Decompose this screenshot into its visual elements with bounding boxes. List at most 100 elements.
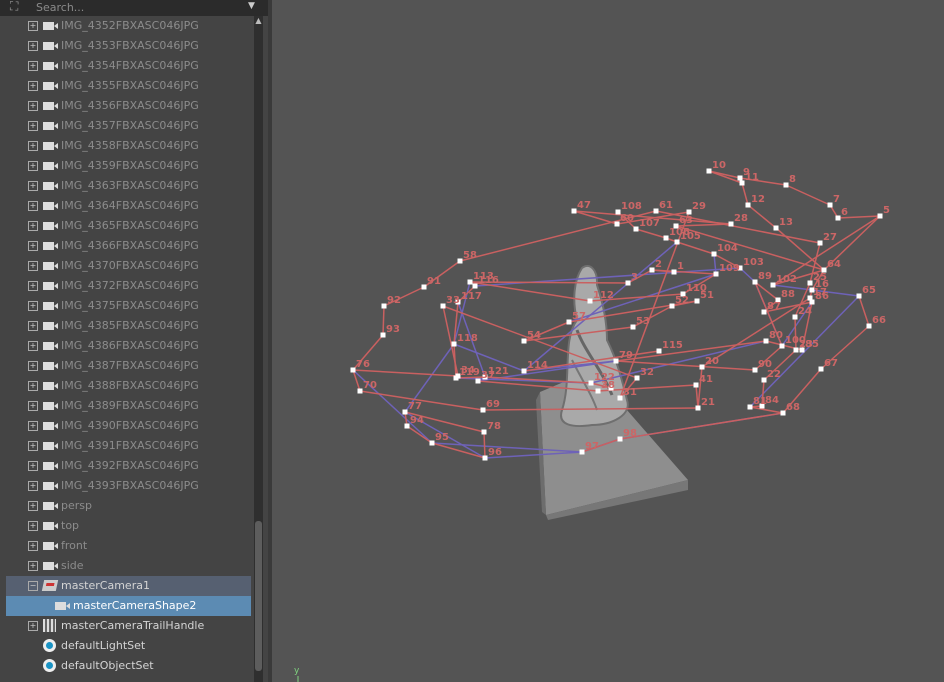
camera-point[interactable]	[877, 213, 883, 219]
outliner-item[interactable]: + IMG_4375FBXASC046JPG	[6, 296, 251, 316]
outliner-item[interactable]: masterCameraShape2	[6, 596, 251, 616]
outliner-filter-icon[interactable]: ⛶	[10, 0, 28, 14]
camera-point[interactable]	[475, 378, 481, 384]
camera-point[interactable]	[695, 405, 701, 411]
expand-icon[interactable]: +	[28, 241, 38, 251]
camera-point[interactable]	[779, 343, 785, 349]
outliner-item[interactable]: defaultLightSet	[6, 636, 251, 656]
camera-point[interactable]	[613, 358, 619, 364]
camera-point[interactable]	[770, 282, 776, 288]
camera-point[interactable]	[381, 303, 387, 309]
outliner-item[interactable]: + IMG_4356FBXASC046JPG	[6, 96, 251, 116]
outliner-item[interactable]: + IMG_4393FBXASC046JPG	[6, 476, 251, 496]
outliner-item[interactable]: + IMG_4355FBXASC046JPG	[6, 76, 251, 96]
camera-point[interactable]	[625, 280, 631, 286]
scroll-thumb[interactable]	[255, 521, 262, 671]
camera-point[interactable]	[653, 208, 659, 214]
camera-point[interactable]	[793, 347, 799, 353]
expand-icon[interactable]: +	[28, 621, 38, 631]
camera-point[interactable]	[579, 449, 585, 455]
camera-point[interactable]	[761, 309, 767, 315]
outliner-item[interactable]: + front	[6, 536, 251, 556]
camera-point[interactable]	[737, 175, 743, 181]
expand-icon[interactable]: +	[28, 221, 38, 231]
outliner-item[interactable]: + IMG_4388FBXASC046JPG	[6, 376, 251, 396]
outliner-item[interactable]: + IMG_4366FBXASC046JPG	[6, 236, 251, 256]
camera-point[interactable]	[614, 221, 620, 227]
camera-point[interactable]	[752, 367, 758, 373]
expand-icon[interactable]: +	[28, 21, 38, 31]
camera-point[interactable]	[404, 423, 410, 429]
outliner-item[interactable]: + masterCameraTrailHandle	[6, 616, 251, 636]
camera-point[interactable]	[588, 380, 594, 386]
camera-point[interactable]	[713, 271, 719, 277]
camera-point[interactable]	[711, 251, 717, 257]
camera-point[interactable]	[440, 303, 446, 309]
expand-icon[interactable]: +	[28, 481, 38, 491]
camera-point[interactable]	[761, 377, 767, 383]
camera-point[interactable]	[693, 382, 699, 388]
camera-point[interactable]	[686, 209, 692, 215]
camera-point[interactable]	[521, 368, 527, 374]
3d-viewport[interactable]: 1 2 3 5 6 7 8 9 10 11 12 13 16 17 20 21 22 23 24 25 27 28 29 31…	[272, 0, 944, 682]
camera-point[interactable]	[780, 410, 786, 416]
expand-icon[interactable]: +	[28, 41, 38, 51]
expand-icon[interactable]: +	[28, 341, 38, 351]
expand-icon[interactable]: +	[28, 501, 38, 511]
camera-point[interactable]	[706, 168, 712, 174]
camera-point[interactable]	[674, 239, 680, 245]
camera-point[interactable]	[792, 314, 798, 320]
camera-point[interactable]	[633, 226, 639, 232]
outliner-item[interactable]: + IMG_4372FBXASC046JPG	[6, 276, 251, 296]
expand-icon[interactable]: +	[28, 181, 38, 191]
camera-point[interactable]	[671, 269, 677, 275]
outliner-item[interactable]: + IMG_4363FBXASC046JPG	[6, 176, 251, 196]
outliner-item[interactable]: + IMG_4370FBXASC046JPG	[6, 256, 251, 276]
outliner-item[interactable]: + IMG_4392FBXASC046JPG	[6, 456, 251, 476]
camera-point[interactable]	[457, 258, 463, 264]
expand-icon[interactable]: +	[28, 61, 38, 71]
outliner-item[interactable]: − masterCamera1	[6, 576, 251, 596]
camera-point[interactable]	[587, 298, 593, 304]
camera-point[interactable]	[817, 240, 823, 246]
outliner-item[interactable]: + IMG_4389FBXASC046JPG	[6, 396, 251, 416]
camera-point[interactable]	[835, 215, 841, 221]
expand-icon[interactable]: +	[28, 261, 38, 271]
camera-point[interactable]	[773, 225, 779, 231]
expand-icon[interactable]: +	[28, 141, 38, 151]
camera-point[interactable]	[617, 436, 623, 442]
outliner-item[interactable]: + IMG_4359FBXASC046JPG	[6, 156, 251, 176]
camera-point[interactable]	[453, 375, 459, 381]
scrollbar[interactable]: ▲	[254, 16, 263, 682]
camera-point[interactable]	[699, 364, 705, 370]
camera-point[interactable]	[763, 338, 769, 344]
outliner-item[interactable]: + IMG_4364FBXASC046JPG	[6, 196, 251, 216]
camera-point[interactable]	[380, 332, 386, 338]
expand-icon[interactable]: +	[28, 281, 38, 291]
camera-point[interactable]	[818, 366, 824, 372]
camera-point[interactable]	[694, 298, 700, 304]
camera-point[interactable]	[634, 375, 640, 381]
search-input[interactable]	[34, 0, 264, 14]
camera-point[interactable]	[429, 440, 435, 446]
camera-point[interactable]	[617, 395, 623, 401]
expand-icon[interactable]: +	[28, 301, 38, 311]
scroll-up-arrow-icon[interactable]: ▲	[254, 16, 263, 26]
outliner-item[interactable]: + IMG_4390FBXASC046JPG	[6, 416, 251, 436]
camera-point[interactable]	[739, 180, 745, 186]
chevron-down-icon[interactable]: ▼	[248, 1, 255, 11]
outliner-item[interactable]: + IMG_4386FBXASC046JPG	[6, 336, 251, 356]
camera-point[interactable]	[669, 303, 675, 309]
expand-icon[interactable]: +	[28, 201, 38, 211]
camera-point[interactable]	[482, 455, 488, 461]
camera-point[interactable]	[451, 341, 457, 347]
camera-point[interactable]	[566, 319, 572, 325]
outliner-item[interactable]: + IMG_4387FBXASC046JPG	[6, 356, 251, 376]
outliner-item[interactable]: + IMG_4354FBXASC046JPG	[6, 56, 251, 76]
camera-point[interactable]	[421, 284, 427, 290]
camera-point[interactable]	[856, 293, 862, 299]
camera-point[interactable]	[357, 388, 363, 394]
camera-point[interactable]	[656, 348, 662, 354]
camera-point[interactable]	[467, 279, 473, 285]
expand-icon[interactable]: +	[28, 101, 38, 111]
